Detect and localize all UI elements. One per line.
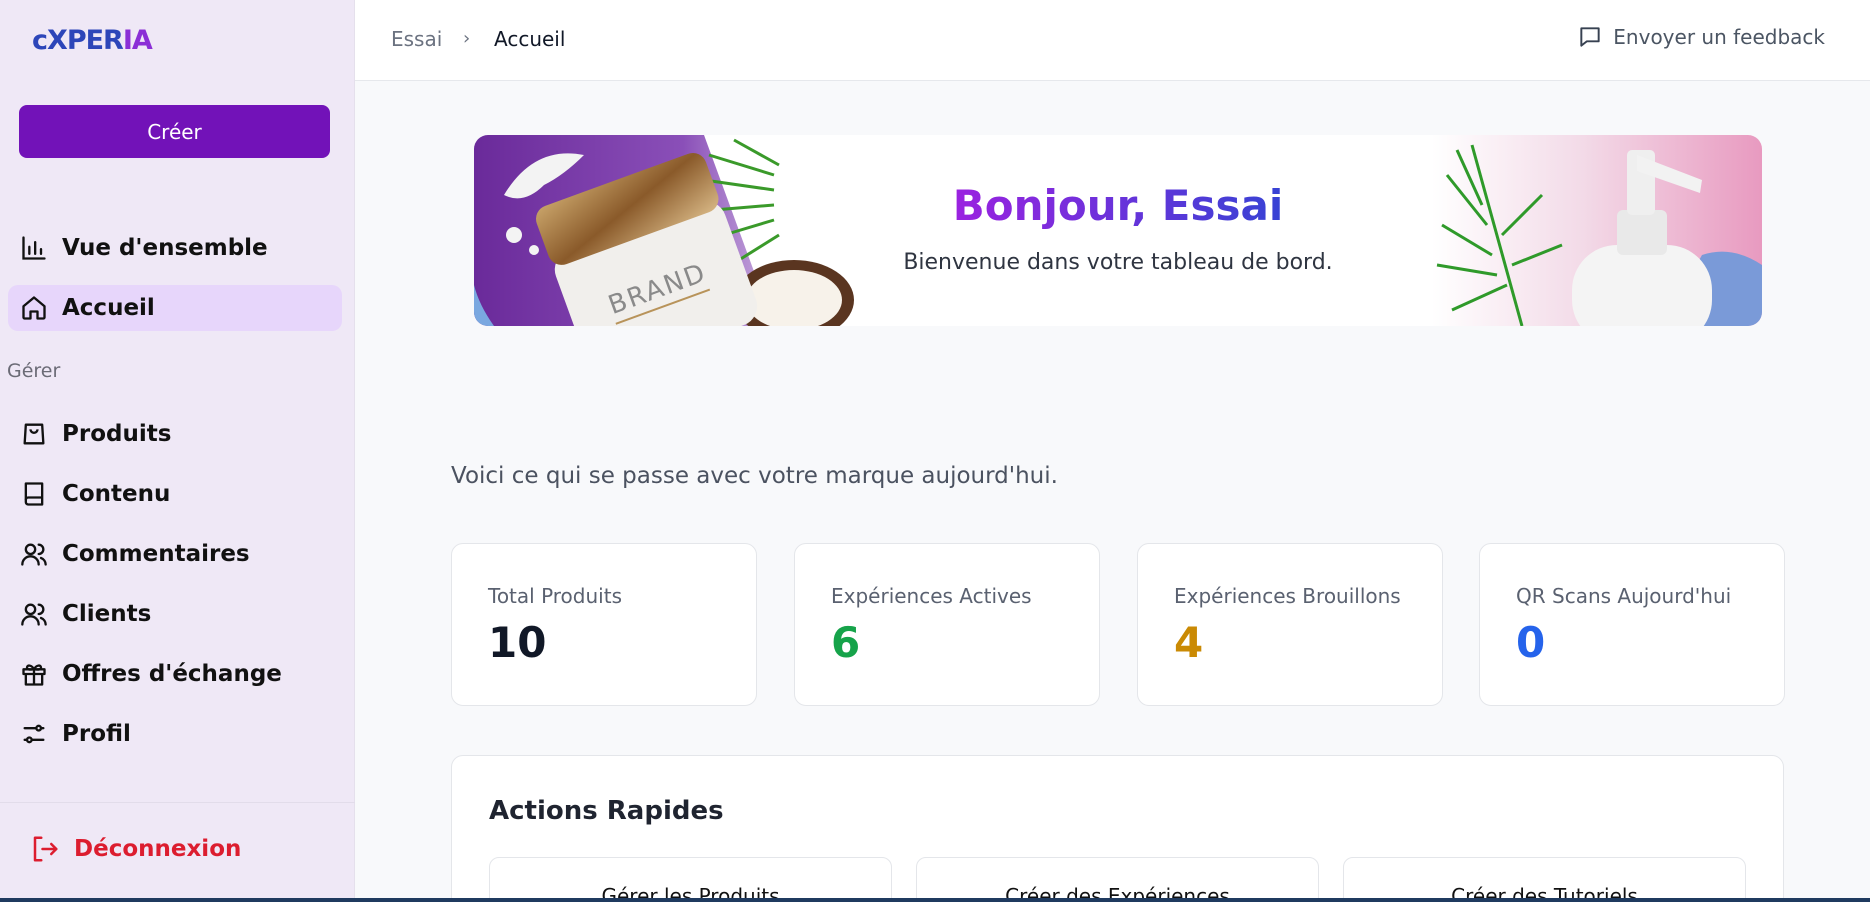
sidebar-item-label: Vue d'ensemble bbox=[62, 235, 268, 261]
stat-label: Expériences Actives bbox=[831, 584, 1032, 608]
gift-icon bbox=[22, 664, 46, 686]
logo-text-main: cXPER bbox=[32, 24, 124, 56]
book-icon bbox=[24, 482, 44, 506]
sidebar-divider bbox=[0, 802, 355, 803]
message-square-icon bbox=[1580, 27, 1600, 47]
sliders-icon bbox=[23, 724, 45, 744]
logout-label: Déconnexion bbox=[74, 836, 242, 862]
quick-action-create-tutorials[interactable]: Créer des Tutoriels bbox=[1343, 857, 1746, 902]
stat-label: Total Produits bbox=[488, 584, 622, 608]
stat-label: QR Scans Aujourd'hui bbox=[1516, 584, 1732, 608]
stat-card-draft-experiences: Expériences Brouillons 4 bbox=[1137, 543, 1443, 706]
shopping-bag-icon bbox=[23, 423, 45, 445]
feedback-label: Envoyer un feedback bbox=[1613, 25, 1825, 49]
breadcrumb-chevron-icon: › bbox=[463, 28, 471, 49]
feedback-button[interactable]: Envoyer un feedback bbox=[1577, 24, 1825, 50]
sidebar: cXPER IA Créer Vue d'ensemble Accueil Gér… bbox=[0, 0, 355, 902]
stat-value: 0 bbox=[1516, 618, 1546, 667]
sidebar-item-label: Contenu bbox=[62, 481, 171, 507]
quick-actions-title: Actions Rapides bbox=[489, 796, 724, 826]
sidebar-item-comments[interactable]: Commentaires bbox=[8, 531, 342, 577]
stat-label: Expériences Brouillons bbox=[1174, 584, 1401, 608]
sidebar-item-label: Commentaires bbox=[62, 541, 250, 567]
stat-value: 6 bbox=[831, 618, 861, 667]
sidebar-item-label: Produits bbox=[62, 421, 172, 447]
sidebar-item-products[interactable]: Produits bbox=[8, 411, 342, 457]
quick-action-manage-products[interactable]: Gérer les Produits bbox=[489, 857, 892, 902]
breadcrumb-item-root[interactable]: Essai bbox=[391, 27, 442, 51]
banner-product-bottle-image bbox=[1432, 135, 1762, 326]
section-label-manage: Gérer bbox=[7, 360, 61, 382]
sidebar-item-clients[interactable]: Clients bbox=[8, 591, 342, 637]
logo-text-accent: IA bbox=[122, 24, 153, 56]
quick-action-create-experiences[interactable]: Créer des Expériences bbox=[916, 857, 1319, 902]
logout-button[interactable]: Déconnexion bbox=[30, 834, 241, 864]
logout-icon bbox=[33, 836, 58, 862]
sidebar-item-label: Profil bbox=[62, 721, 131, 747]
users-icon bbox=[21, 543, 47, 566]
sidebar-item-exchange-offers[interactable]: Offres d'échange bbox=[8, 651, 342, 697]
sidebar-item-profile[interactable]: Profil bbox=[8, 711, 342, 757]
quick-actions-panel: Actions Rapides Gérer les Produits Créer… bbox=[451, 755, 1784, 902]
create-button[interactable]: Créer bbox=[19, 105, 330, 158]
stat-card-qr-scans-today: QR Scans Aujourd'hui 0 bbox=[1479, 543, 1785, 706]
breadcrumb-item-current: Accueil bbox=[494, 27, 566, 51]
top-header: Essai › Accueil Envoyer un feedback bbox=[355, 0, 1870, 81]
intro-text: Voici ce qui se passe avec votre marque … bbox=[451, 463, 1058, 489]
sidebar-item-label: Offres d'échange bbox=[62, 661, 282, 687]
home-icon bbox=[22, 296, 46, 320]
welcome-subtitle: Bienvenue dans votre tableau de bord. bbox=[903, 250, 1333, 275]
stat-card-total-products: Total Produits 10 bbox=[451, 543, 757, 706]
stat-value: 10 bbox=[488, 618, 547, 667]
sidebar-item-home[interactable]: Accueil bbox=[8, 285, 342, 331]
brand-logo[interactable]: cXPER IA bbox=[32, 24, 153, 56]
banner-product-jar-image: BRAND bbox=[474, 135, 854, 326]
users-icon bbox=[21, 603, 47, 626]
stat-value: 4 bbox=[1174, 618, 1204, 667]
window-bottom-edge bbox=[0, 898, 1870, 902]
sidebar-item-label: Clients bbox=[62, 601, 152, 627]
welcome-title: Bonjour, Essai bbox=[952, 181, 1284, 230]
sidebar-item-label: Accueil bbox=[62, 295, 155, 321]
bar-chart-icon bbox=[22, 236, 46, 260]
sidebar-item-overview[interactable]: Vue d'ensemble bbox=[8, 225, 342, 271]
stat-card-active-experiences: Expériences Actives 6 bbox=[794, 543, 1100, 706]
sidebar-item-content[interactable]: Contenu bbox=[8, 471, 342, 517]
welcome-banner: BRAND Bonjour, Essai Bienvenue dans votr… bbox=[474, 135, 1762, 326]
